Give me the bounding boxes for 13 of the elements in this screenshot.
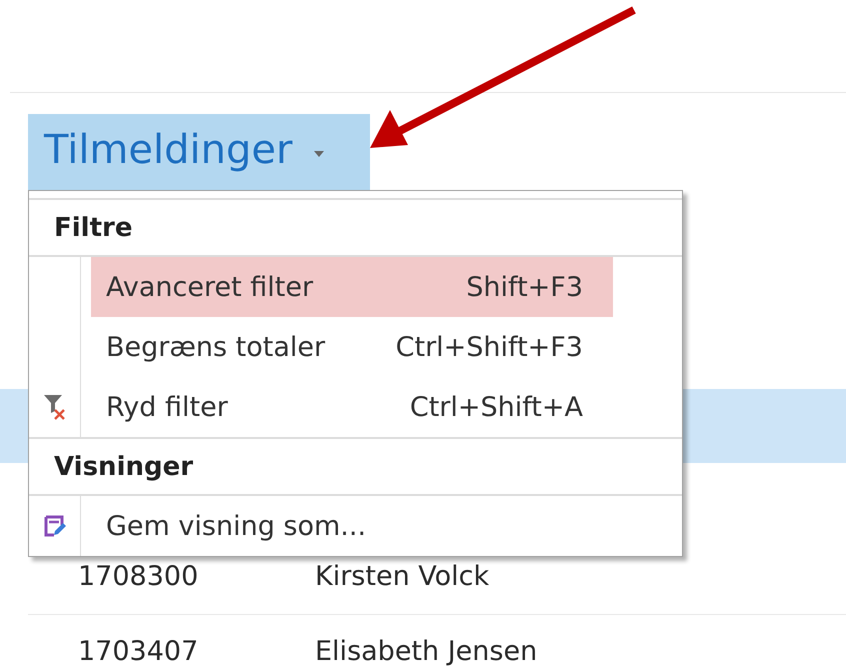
filter-clear-icon — [43, 394, 67, 420]
table-cell-text: 1708300 — [77, 562, 200, 592]
caret-icon — [314, 150, 324, 156]
menu-section-header: Filtre — [54, 212, 132, 242]
menu-section-header: Visninger — [54, 452, 194, 482]
menu-item[interactable]: Begræns totaler Ctrl+Shift+F3 — [91, 317, 613, 377]
table-cell-text: 1703407 — [77, 637, 200, 667]
menu-item[interactable]: Gem visning som... — [91, 496, 613, 556]
table-cell: Elisabeth Jensen — [315, 637, 538, 667]
menu-item[interactable]: Avanceret filter Shift+F3 — [91, 257, 613, 317]
save-edit-icon — [44, 515, 66, 537]
table-cell: Kirsten Volck — [315, 562, 490, 592]
menu-item[interactable]: Ryd filter Ctrl+Shift+A — [91, 377, 613, 437]
